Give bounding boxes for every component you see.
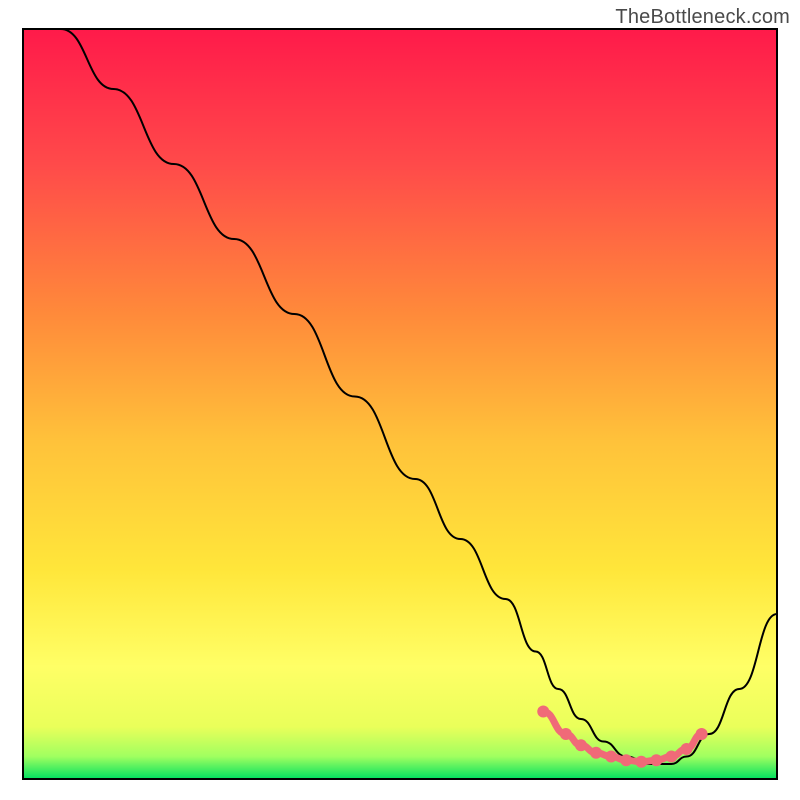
chart-svg bbox=[22, 28, 778, 780]
watermark-text: TheBottleneck.com bbox=[615, 6, 790, 29]
chart-container bbox=[22, 28, 778, 780]
gradient-bg bbox=[23, 29, 777, 779]
